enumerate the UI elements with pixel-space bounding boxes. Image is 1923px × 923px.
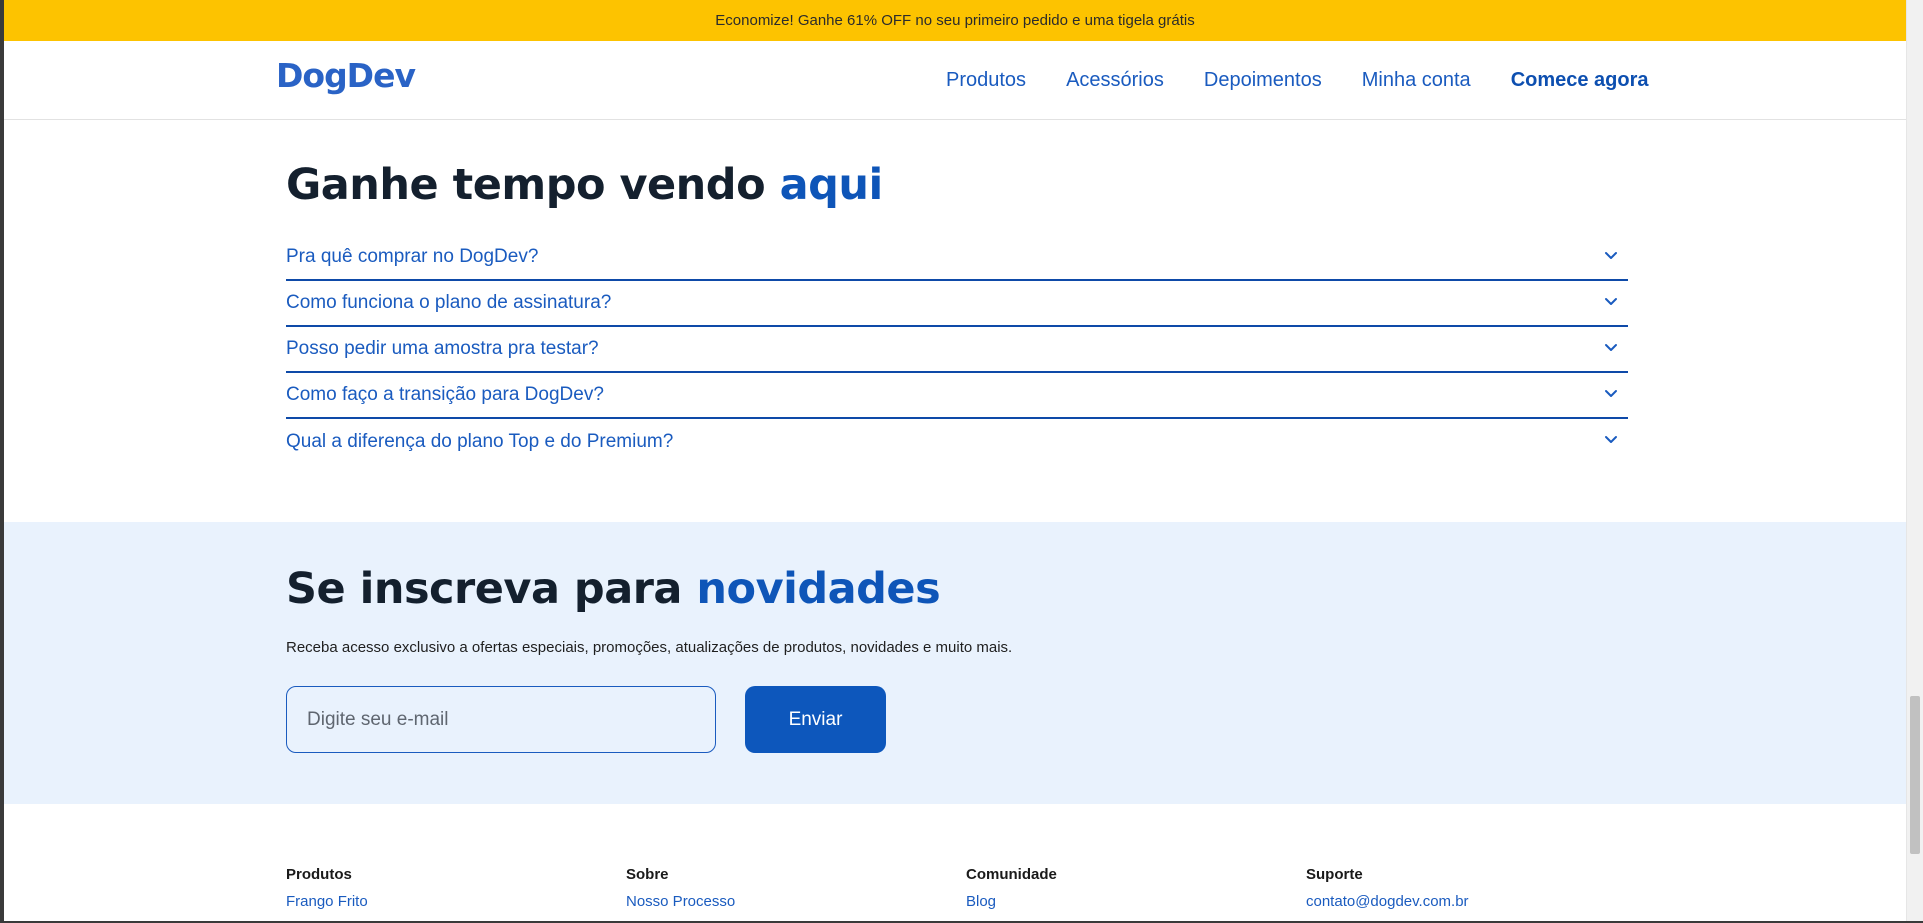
- promo-text: Economize! Ganhe 61% OFF no seu primeiro…: [715, 12, 1195, 29]
- scrollbar[interactable]: [1906, 0, 1923, 923]
- promo-banner: Economize! Ganhe 61% OFF no seu primeiro…: [4, 0, 1906, 41]
- site-header: DogDev Produtos Acessórios Depoimentos M…: [4, 41, 1906, 120]
- nav-minha-conta[interactable]: Minha conta: [1362, 69, 1471, 92]
- newsletter-description: Receba acesso exclusivo a ofertas especi…: [286, 639, 1013, 656]
- footer-link[interactable]: Nosso Processo: [626, 893, 735, 910]
- footer-link[interactable]: contato@dogdev.com.br: [1306, 893, 1469, 910]
- footer-link[interactable]: Blog: [966, 893, 1057, 910]
- faq-question: Pra quê comprar no DogDev?: [286, 246, 539, 267]
- newsletter-title-main: Se inscreva para: [286, 564, 697, 614]
- faq-question: Posso pedir uma amostra pra testar?: [286, 338, 599, 359]
- footer-heading: Suporte: [1306, 866, 1363, 883]
- chevron-down-icon[interactable]: [1602, 385, 1620, 403]
- footer-heading: Sobre: [626, 866, 669, 883]
- main-nav: Produtos Acessórios Depoimentos Minha co…: [946, 69, 1649, 92]
- faq-question: Como funciona o plano de assinatura?: [286, 292, 612, 313]
- faq-title-main: Ganhe tempo vendo: [286, 160, 780, 210]
- newsletter-section: Se inscreva para novidades Receba acesso…: [4, 522, 1906, 804]
- chevron-down-icon[interactable]: [1602, 431, 1620, 449]
- faq-item[interactable]: Posso pedir uma amostra pra testar?: [286, 327, 1628, 373]
- faq-item[interactable]: Qual a diferença do plano Top e do Premi…: [286, 419, 1628, 465]
- footer-heading: Comunidade: [966, 866, 1057, 883]
- nav-depoimentos[interactable]: Depoimentos: [1204, 69, 1322, 92]
- faq-section: Ganhe tempo vendo aqui Pra quê comprar n…: [4, 120, 1906, 522]
- chevron-down-icon[interactable]: [1602, 339, 1620, 357]
- scrollbar-thumb[interactable]: [1910, 696, 1920, 854]
- footer-col-produtos: Produtos Frango Frito: [286, 866, 368, 910]
- footer-heading: Produtos: [286, 866, 352, 883]
- chevron-down-icon[interactable]: [1602, 293, 1620, 311]
- faq-question: Como faço a transição para DogDev?: [286, 384, 604, 405]
- faq-list: Pra quê comprar no DogDev? Como funciona…: [286, 235, 1628, 465]
- site-footer: Produtos Frango Frito Sobre Nosso Proces…: [4, 804, 1906, 923]
- newsletter-title-accent: novidades: [696, 564, 941, 614]
- nav-comece-agora[interactable]: Comece agora: [1511, 69, 1649, 92]
- footer-col-sobre: Sobre Nosso Processo: [626, 866, 735, 910]
- faq-item[interactable]: Como funciona o plano de assinatura?: [286, 281, 1628, 327]
- footer-col-comunidade: Comunidade Blog: [966, 866, 1057, 910]
- faq-title-accent: aqui: [779, 160, 884, 210]
- newsletter-title: Se inscreva para novidades: [286, 564, 941, 614]
- page: Economize! Ganhe 61% OFF no seu primeiro…: [4, 0, 1906, 923]
- faq-title: Ganhe tempo vendo aqui: [286, 160, 883, 210]
- logo[interactable]: DogDev: [276, 56, 416, 95]
- faq-item[interactable]: Pra quê comprar no DogDev?: [286, 235, 1628, 281]
- footer-col-suporte: Suporte contato@dogdev.com.br: [1306, 866, 1469, 910]
- nav-produtos[interactable]: Produtos: [946, 69, 1026, 92]
- nav-acessorios[interactable]: Acessórios: [1066, 69, 1164, 92]
- faq-question: Qual a diferença do plano Top e do Premi…: [286, 431, 674, 452]
- email-input[interactable]: [286, 686, 716, 753]
- chevron-down-icon[interactable]: [1602, 247, 1620, 265]
- send-button[interactable]: Enviar: [745, 686, 886, 753]
- footer-link[interactable]: Frango Frito: [286, 893, 368, 910]
- faq-item[interactable]: Como faço a transição para DogDev?: [286, 373, 1628, 419]
